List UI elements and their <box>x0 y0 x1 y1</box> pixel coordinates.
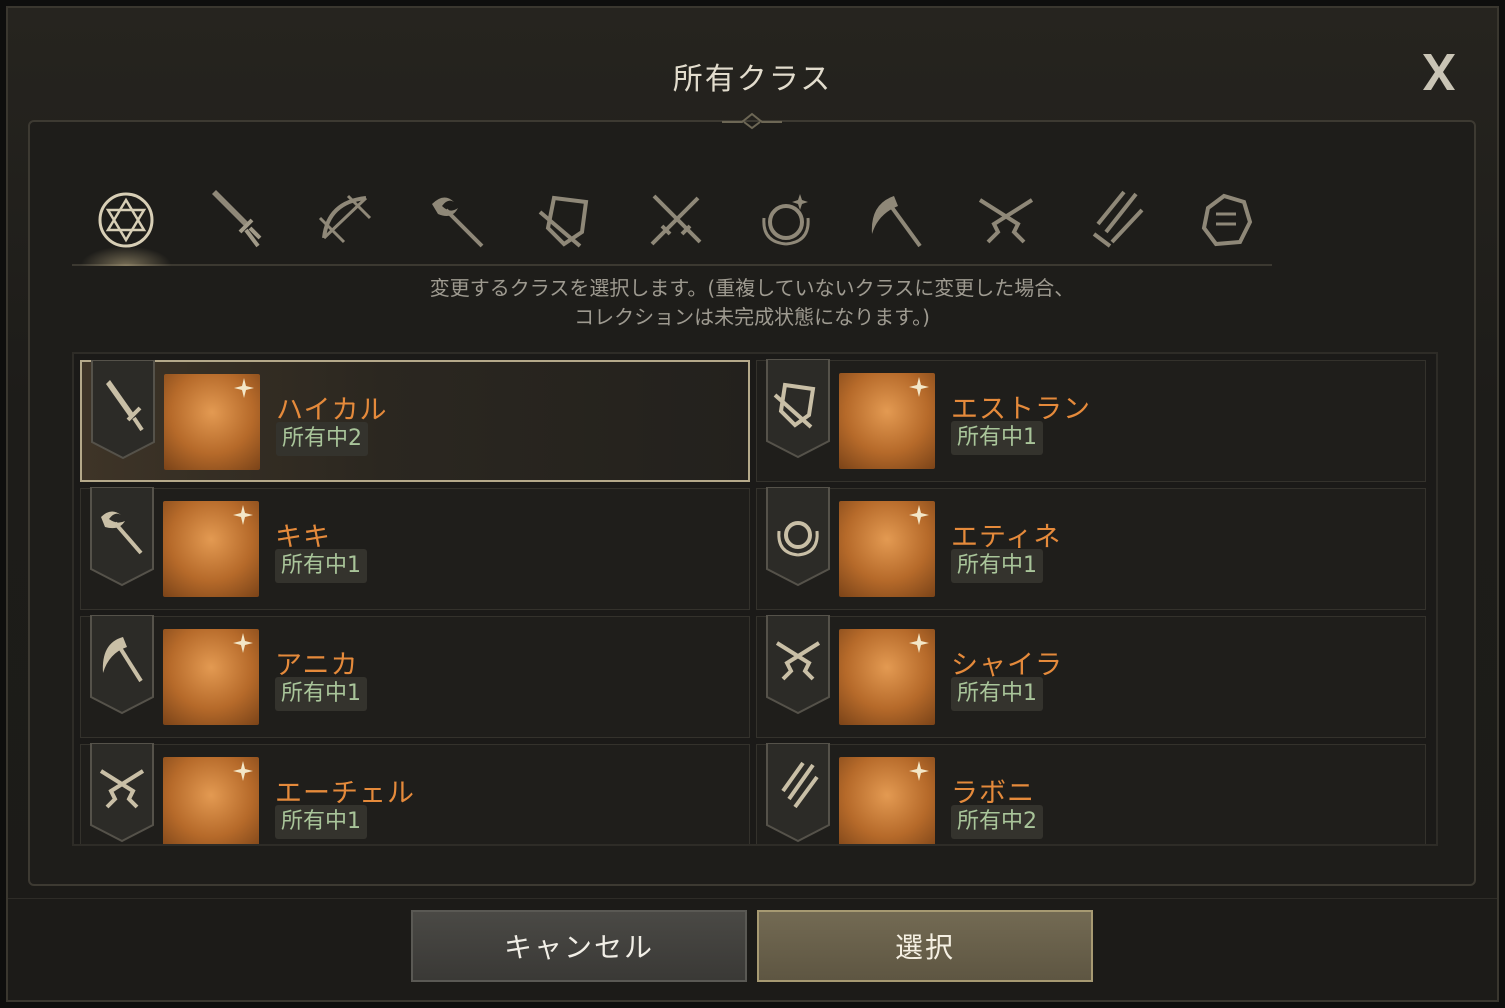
owned-count-badge: 所有中1 <box>951 549 1043 583</box>
avatar <box>163 501 259 597</box>
avatar <box>839 373 935 469</box>
class-item-shaira[interactable]: シャイラ 所有中1 <box>756 615 1426 738</box>
sparkle-icon <box>909 377 929 397</box>
shield-sword-icon <box>538 195 589 248</box>
tab-staff[interactable] <box>416 178 496 262</box>
shield-sword-icon <box>766 359 830 459</box>
sparkle-icon <box>233 761 253 781</box>
orb-icon <box>762 194 810 246</box>
tab-claw[interactable] <box>1076 178 1156 262</box>
orb-icon <box>766 487 830 587</box>
tab-orb[interactable] <box>746 178 826 262</box>
owned-count-badge: 所有中2 <box>951 805 1043 839</box>
tab-scythe[interactable] <box>856 178 936 262</box>
scythe-icon <box>871 196 922 248</box>
avatar <box>164 374 260 470</box>
crossed-pistols-icon <box>978 198 1034 244</box>
gauntlet-icon <box>1201 193 1253 247</box>
frame-ornament-icon <box>722 112 782 130</box>
sparkle-icon <box>233 505 253 525</box>
sparkle-icon <box>909 633 929 653</box>
avatar <box>839 757 935 844</box>
class-item-anika[interactable]: アニカ 所有中1 <box>80 615 750 738</box>
class-change-notice: 変更するクラスを選択します。(重複していないクラスに変更した場合、 コレクション… <box>30 274 1474 332</box>
avatar <box>163 629 259 725</box>
tab-gauntlet[interactable] <box>1186 178 1266 262</box>
tab-sword[interactable] <box>196 178 276 262</box>
hexagram-icon <box>98 192 154 248</box>
claw-blade-icon <box>766 743 830 843</box>
footer-divider <box>8 898 1497 899</box>
sword-icon <box>212 190 262 248</box>
close-icon[interactable] <box>1417 50 1461 94</box>
sword-icon <box>91 360 155 460</box>
owned-count-badge: 所有中1 <box>275 549 367 583</box>
owned-count-badge: 所有中1 <box>951 677 1043 711</box>
owned-count-badge: 所有中1 <box>275 805 367 839</box>
avatar <box>839 629 935 725</box>
notice-line-1: 変更するクラスを選択します。(重複していないクラスに変更した場合、 <box>429 276 1075 300</box>
class-tab-bar <box>72 178 1272 266</box>
class-item-etine[interactable]: エティネ 所有中1 <box>756 487 1426 610</box>
tab-daggers[interactable] <box>636 178 716 262</box>
tab-pistols[interactable] <box>966 178 1046 262</box>
crossed-daggers-icon <box>650 194 702 246</box>
crossed-pistols-icon <box>766 615 830 715</box>
content-frame: 変更するクラスを選択します。(重複していないクラスに変更した場合、 コレクション… <box>28 112 1476 886</box>
class-item-echeru[interactable]: エーチェル 所有中1 <box>80 743 750 844</box>
class-item-raboni[interactable]: ラボニ 所有中2 <box>756 743 1426 844</box>
crossed-pistols-icon <box>90 743 154 843</box>
notice-line-2: コレクションは未完成状態になります。) <box>574 305 930 329</box>
owned-count-badge: 所有中1 <box>951 421 1043 455</box>
class-item-esutoran[interactable]: エストラン 所有中1 <box>756 359 1426 482</box>
staff-icon <box>90 487 154 587</box>
avatar <box>839 501 935 597</box>
tab-shield-sword[interactable] <box>526 178 606 262</box>
scythe-icon <box>90 615 154 715</box>
staff-icon <box>432 197 484 248</box>
class-item-haikaru[interactable]: ハイカル 所有中2 <box>80 360 750 482</box>
class-item-kiki[interactable]: キキ 所有中1 <box>80 487 750 610</box>
dialog-title: 所有クラス <box>672 62 833 97</box>
sparkle-icon <box>233 633 253 653</box>
tab-crossbow[interactable] <box>306 178 386 262</box>
select-button[interactable]: 選択 <box>757 910 1093 982</box>
cancel-button[interactable]: キャンセル <box>411 910 747 982</box>
owned-count-badge: 所有中1 <box>275 677 367 711</box>
sparkle-icon <box>909 761 929 781</box>
avatar <box>163 757 259 844</box>
crossbow-icon <box>318 194 372 244</box>
owned-count-badge: 所有中2 <box>276 422 368 456</box>
class-select-dialog: 所有クラス 変更するクラスを選択します。(重複していないクラスに変更した場合、 … <box>6 6 1499 1002</box>
sparkle-icon <box>909 505 929 525</box>
claw-blade-icon <box>1092 190 1144 248</box>
tab-all[interactable] <box>80 178 172 266</box>
class-list[interactable]: ハイカル 所有中2 エストラン 所有中1 キキ 所有中1 エティネ 所有中1 ア… <box>72 352 1438 846</box>
sparkle-icon <box>234 378 254 398</box>
